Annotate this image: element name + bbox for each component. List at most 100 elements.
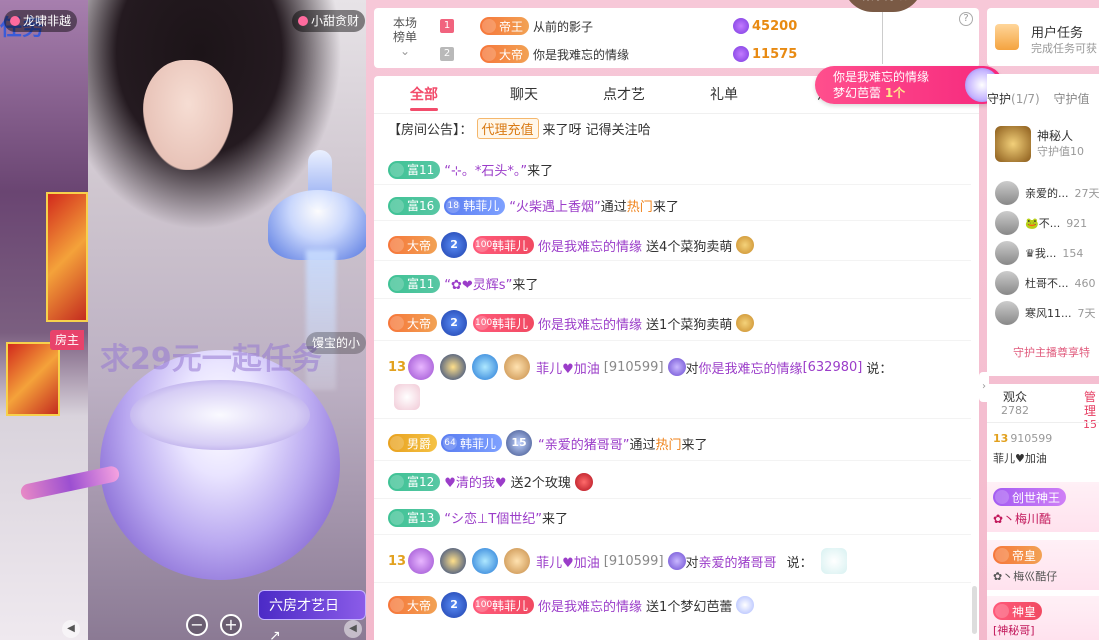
tab-all[interactable]: 全部 xyxy=(374,76,474,113)
chat-message: 男爵 64 韩菲儿 15 “亲爱的猪哥哥” 通过 热门 来了 xyxy=(388,430,971,456)
viewer-row-noble[interactable]: 创世神王 ✿丶梅川酷 xyxy=(987,482,1099,532)
crown-icon xyxy=(390,238,404,252)
user-name[interactable]: ♥清的我♥ xyxy=(444,472,506,491)
avatar xyxy=(995,181,1019,205)
target-user-name[interactable]: 你是我难忘的情缘 xyxy=(699,358,803,377)
tab-request-talent[interactable]: 点才艺 xyxy=(574,76,674,113)
viewer-item-name[interactable]: 菲儿♥加油 xyxy=(993,450,1047,466)
zoom-in-button[interactable]: + xyxy=(220,614,242,636)
user-name[interactable]: 你是我难忘的情缘 xyxy=(538,236,642,255)
guard-item[interactable]: 杜哥不... 460 xyxy=(995,270,1096,296)
guard-top-item[interactable]: 神秘人 守护值10 xyxy=(995,126,1084,162)
noble-badge: 神皇 xyxy=(993,602,1043,620)
noble-badge: 帝王 xyxy=(480,17,530,35)
user-name[interactable]: “火柴遇上香烟” xyxy=(509,196,600,215)
badge-icon xyxy=(667,358,686,376)
crown-icon xyxy=(390,436,404,450)
user-name[interactable]: 你是我难忘的情缘 xyxy=(538,596,642,615)
live-video-area: 任务 房主 ◀ 求29元一起任务 龙啸非越 小甜贪财 馒宝的小 − + 六房才艺… xyxy=(0,0,366,640)
avatar xyxy=(995,126,1031,162)
guard-item[interactable]: 寒风11... 7天 xyxy=(995,300,1096,326)
rank-user-name[interactable]: 你是我难忘的情缘 xyxy=(533,46,683,63)
diamond-icon xyxy=(733,46,750,62)
tab-guard[interactable]: 守护 xyxy=(987,92,1011,106)
zoom-out-button[interactable]: − xyxy=(186,614,208,636)
avatar xyxy=(995,211,1019,235)
chat-message: 13 菲儿♥加油 [910599] 对 亲爱的猪哥哥 说： xyxy=(388,548,971,574)
rank-number: 1 xyxy=(440,19,454,33)
ballet-gift-icon xyxy=(736,596,755,614)
guard-tabs: 守护(1/7) 守护值 xyxy=(987,92,1090,106)
chat-message: 13 菲儿♥加油 [910599] 对 你是我难忘的情缘 [632980] 说： xyxy=(388,354,971,380)
performer-face xyxy=(143,60,233,170)
guard-item[interactable]: 🐸不... 921 xyxy=(995,210,1087,236)
noble-badge: 大帝 xyxy=(388,596,438,614)
wealth-badge: 富16 xyxy=(388,196,441,215)
wealth-icon xyxy=(390,474,404,489)
guest-name-tag[interactable]: 龙啸非越 xyxy=(4,10,78,32)
fan-badge: 64 韩菲儿 xyxy=(441,434,503,452)
host-role-tag: 房主 xyxy=(50,330,85,350)
user-name[interactable]: 菲儿♥加油 xyxy=(536,358,600,377)
tab-gift-list[interactable]: 礼单 xyxy=(674,76,774,113)
chat-messages: 【房间公告】： 代理充值 来了呀 记得关注哈 富11 “⊹。*石头*。” 来了 … xyxy=(374,114,971,640)
diamond-medal-icon xyxy=(472,548,499,574)
volume-icon[interactable]: ◀ xyxy=(62,620,80,638)
notice-tag[interactable]: 代理充值 xyxy=(476,118,539,139)
user-name[interactable]: “✿❤灵辉s” xyxy=(444,274,512,293)
chat-scrollbar[interactable] xyxy=(972,586,977,634)
chat-message: 富13 “シ恋⊥T個世纪” 来了 xyxy=(388,508,971,527)
user-name[interactable]: “シ恋⊥T個世纪” xyxy=(444,508,542,527)
chevron-down-icon[interactable]: ⌄ xyxy=(374,44,436,58)
noble-badge: 大帝 xyxy=(388,236,438,254)
session-ranking: 本场 榜单 ⌄ 1 帝王 从前的影子 45200 2 大帝 你是我难忘的情缘 1… xyxy=(374,8,979,68)
tab-viewers[interactable]: 观众 2782 xyxy=(1001,390,1029,418)
volume-icon-right[interactable]: ◀ xyxy=(344,620,362,638)
noble-badge: 男爵 xyxy=(388,434,438,452)
chat-message: 大帝 2 100 韩菲儿 你是我难忘的情缘 送1个菜狗卖萌 xyxy=(388,310,971,336)
guard-shield-icon: 15 xyxy=(506,430,533,456)
viewer-row-noble[interactable]: 神皇 [神秘哥] xyxy=(987,596,1099,640)
wealth-badge: 富12 xyxy=(388,472,441,491)
star-medal-icon xyxy=(440,354,467,380)
user-task-card[interactable]: 用户任务 完成任务可获 xyxy=(987,8,1099,66)
hanger-string xyxy=(882,12,883,64)
star-level-icon: 2 xyxy=(441,310,468,336)
guard-item[interactable]: 亲爱的... 27天 xyxy=(995,180,1099,206)
chat-message: 大帝 2 100 韩菲儿 你是我难忘的情缘 送4个菜狗卖萌 xyxy=(388,232,971,258)
guest-name-tag-right[interactable]: 小甜贪财 xyxy=(292,10,366,32)
guard-perks-link[interactable]: 守护主播尊享特 xyxy=(1013,344,1090,360)
tab-guard-value[interactable]: 守护值 xyxy=(1054,92,1090,106)
avatar xyxy=(995,241,1019,265)
help-icon[interactable]: ? xyxy=(959,12,973,26)
user-name[interactable]: 你是我难忘的情缘 xyxy=(538,314,642,333)
user-name[interactable]: 菲儿♥加油 xyxy=(536,552,600,571)
user-name[interactable]: “亲爱的猪哥哥” xyxy=(538,434,629,453)
room-talent-day-button[interactable]: 六房才艺日 ↗ xyxy=(258,590,366,640)
guard-item[interactable]: ♛我... 154 xyxy=(995,240,1083,266)
viewer-row-noble[interactable]: 帝皇 ✿丶梅巛酷仔 xyxy=(987,540,1099,590)
target-user-name[interactable]: 亲爱的猪哥哥 xyxy=(699,552,777,571)
tab-chat[interactable]: 聊天 xyxy=(474,76,574,113)
wealth-icon xyxy=(390,198,404,213)
crown-icon xyxy=(995,548,1009,562)
guest-name-tag-lower[interactable]: 馒宝的小 xyxy=(306,332,366,354)
tab-admins[interactable]: 管理 15 xyxy=(1081,390,1099,432)
right-panel: 用户任务 完成任务可获 守护(1/7) 守护值 神秘人 守护值10 亲爱的...… xyxy=(979,8,1099,640)
task-calendar-icon xyxy=(995,24,1019,50)
fan-badge: 100 韩菲儿 xyxy=(473,596,535,614)
chat-message: 大帝 2 100 韩菲儿 你是我难忘的情缘 送1个梦幻芭蕾 xyxy=(388,592,971,618)
rank-user-name[interactable]: 从前的影子 xyxy=(533,18,683,35)
bear-medal-icon xyxy=(504,548,531,574)
ranking-label[interactable]: 本场 榜单 ⌄ xyxy=(374,16,436,58)
fan-badge: 18 韩菲儿 xyxy=(444,196,506,215)
chat-message: 富12 ♥清的我♥ 送2个玫瑰 xyxy=(388,472,971,491)
guest-video-left[interactable]: 任务 房主 ◀ xyxy=(0,0,88,640)
chat-message: 富16 18 韩菲儿 “火柴遇上香烟” 通过 热门 来了 xyxy=(388,196,971,215)
user-name[interactable]: “⊹。*石头*。” xyxy=(444,160,527,179)
gift-notification-popup[interactable]: 你是我难忘的情缘 梦幻芭蕾 1个 xyxy=(815,66,1003,104)
diamond-medal-icon xyxy=(472,354,499,380)
chat-message: 富11 “⊹。*石头*。” 来了 xyxy=(388,160,971,179)
medal-icon xyxy=(408,548,435,574)
viewer-item[interactable]: 13 910599 xyxy=(993,432,1052,445)
